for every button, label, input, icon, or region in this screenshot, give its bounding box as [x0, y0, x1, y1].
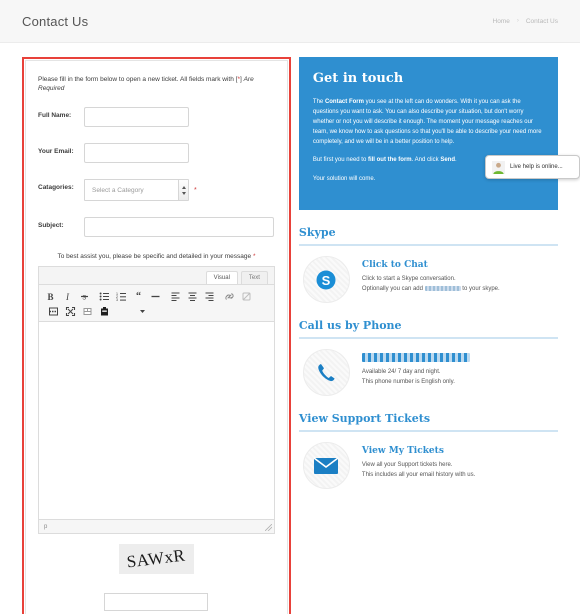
bullet-list-icon[interactable] — [97, 289, 112, 304]
skype-line-1: Click to start a Skype conversation. — [361, 276, 456, 283]
label-your-email: Your Email: — [38, 148, 74, 156]
subject-input[interactable] — [84, 217, 274, 238]
categories-required-marker: * — [194, 186, 197, 194]
full-name-input[interactable] — [84, 107, 189, 128]
category-select-value: Select a Category — [92, 186, 144, 194]
get-in-touch-panel: Get in touch The Contact Form you see at… — [298, 57, 558, 211]
label-categories: Catagories: — [38, 184, 74, 192]
field-row-categories: Catagories: Select a Category * — [36, 179, 277, 202]
person-icon — [492, 160, 505, 174]
phone-line-2: This phone number is English only. — [361, 378, 455, 385]
svg-text:S: S — [322, 273, 331, 288]
label-subject: Subject: — [38, 222, 64, 230]
italic-icon[interactable]: I — [60, 289, 75, 304]
editor-resize-handle-icon[interactable] — [264, 524, 272, 532]
captcha-text: SAWxR — [126, 545, 187, 572]
select-arrows-icon[interactable] — [178, 180, 188, 201]
skype-section: Skype S Click to Chat Click to start a S… — [298, 226, 558, 304]
svg-text:S: S — [82, 296, 86, 302]
skype-icon: S — [302, 256, 350, 304]
breadcrumb-current: Contact Us — [525, 17, 558, 25]
tickets-line-2: This includes all your email history wit… — [361, 471, 476, 478]
skype-username-redacted — [424, 285, 461, 291]
captcha-section: SAWxR — [36, 534, 277, 612]
phone-number — [361, 353, 470, 363]
view-my-tickets-link[interactable]: View My Tickets — [362, 446, 475, 456]
bold-icon[interactable]: B — [43, 289, 58, 304]
align-center-icon[interactable] — [185, 289, 200, 304]
breadcrumb-separator-icon: › — [516, 18, 519, 24]
align-left-icon[interactable] — [168, 289, 183, 304]
skype-click-to-chat-link[interactable]: Click to Chat — [362, 260, 500, 270]
phone-icon — [302, 349, 350, 397]
editor-tabs: Visual Text — [39, 267, 274, 286]
category-select[interactable]: Select a Category — [84, 179, 189, 202]
link-icon[interactable] — [222, 289, 237, 304]
contact-form-column: Please fill in the form below to open a … — [22, 57, 291, 614]
field-row-your-email: Your Email: — [36, 143, 277, 164]
get-in-touch-paragraph-1: The Contact Form you see at the left can… — [312, 99, 542, 145]
page-title: Contact Us — [22, 13, 89, 29]
captcha-input[interactable] — [104, 593, 209, 612]
info-sidebar: Get in touch The Contact Form you see at… — [298, 57, 558, 614]
your-email-input[interactable] — [84, 143, 189, 164]
editor-status-bar: p — [39, 519, 274, 534]
phone-number-redacted — [361, 353, 470, 363]
page-body: Please fill in the form below to open a … — [0, 43, 580, 614]
phone-divider — [298, 337, 558, 340]
kitchen-sink-icon[interactable] — [80, 304, 95, 319]
get-in-touch-title: Get in touch — [312, 71, 404, 86]
editor-toolbar: B I S 123 “ — [39, 285, 274, 323]
more-tag-icon[interactable] — [46, 304, 61, 319]
align-right-icon[interactable] — [202, 289, 217, 304]
phone-line-1: Available 24/ 7 day and night. — [361, 369, 441, 376]
form-highlight-annotation: Please fill in the form below to open a … — [22, 57, 291, 614]
contact-form: Please fill in the form below to open a … — [25, 60, 288, 614]
toolbar-toggle-icon[interactable] — [135, 304, 150, 319]
captcha-image: SAWxR — [118, 544, 194, 575]
svg-text:3: 3 — [116, 298, 118, 302]
paste-as-text-icon[interactable] — [97, 304, 112, 319]
skype-line-2: Optionally you can add to your skype. — [361, 285, 500, 292]
fullscreen-icon[interactable] — [63, 304, 78, 319]
label-full-name: Full Name: — [38, 112, 72, 120]
unlink-icon[interactable] — [239, 289, 254, 304]
message-editor-body[interactable] — [39, 322, 274, 520]
envelope-icon — [302, 442, 350, 490]
live-help-widget[interactable]: Live help is online... — [485, 155, 580, 179]
tickets-divider — [298, 430, 558, 433]
skype-divider — [298, 244, 558, 247]
message-assist-text: To best assist you, please be specific a… — [57, 253, 256, 261]
phone-heading: Call us by Phone — [298, 319, 402, 333]
field-row-full-name: Full Name: — [36, 107, 277, 128]
field-row-subject: Subject: — [36, 217, 277, 238]
message-editor: Visual Text B I S 123 “ p — [38, 266, 275, 535]
skype-heading: Skype — [298, 226, 336, 240]
blockquote-icon[interactable]: “ — [131, 289, 146, 304]
horizontal-rule-icon[interactable] — [148, 289, 163, 304]
breadcrumb: Home › Contact Us — [493, 18, 559, 25]
breadcrumb-home[interactable]: Home — [493, 18, 510, 25]
tab-text[interactable]: Text — [240, 271, 268, 285]
tickets-section: View Support Tickets View My Tickets Vie… — [298, 412, 558, 490]
strikethrough-icon[interactable]: S — [77, 289, 92, 304]
tickets-line-1: View all your Support tickets here. — [361, 462, 453, 469]
numbered-list-icon[interactable]: 123 — [114, 289, 129, 304]
tickets-heading: View Support Tickets — [298, 412, 431, 426]
form-intro-text: Please fill in the form below to open a … — [38, 76, 254, 93]
phone-section: Call us by Phone Available 24/ 7 day and… — [298, 319, 558, 397]
tab-visual[interactable]: Visual — [205, 271, 238, 285]
editor-element-path: p — [44, 523, 48, 530]
page-header: Contact Us Home › Contact Us — [0, 0, 580, 43]
live-help-text: Live help is online... — [510, 164, 563, 170]
